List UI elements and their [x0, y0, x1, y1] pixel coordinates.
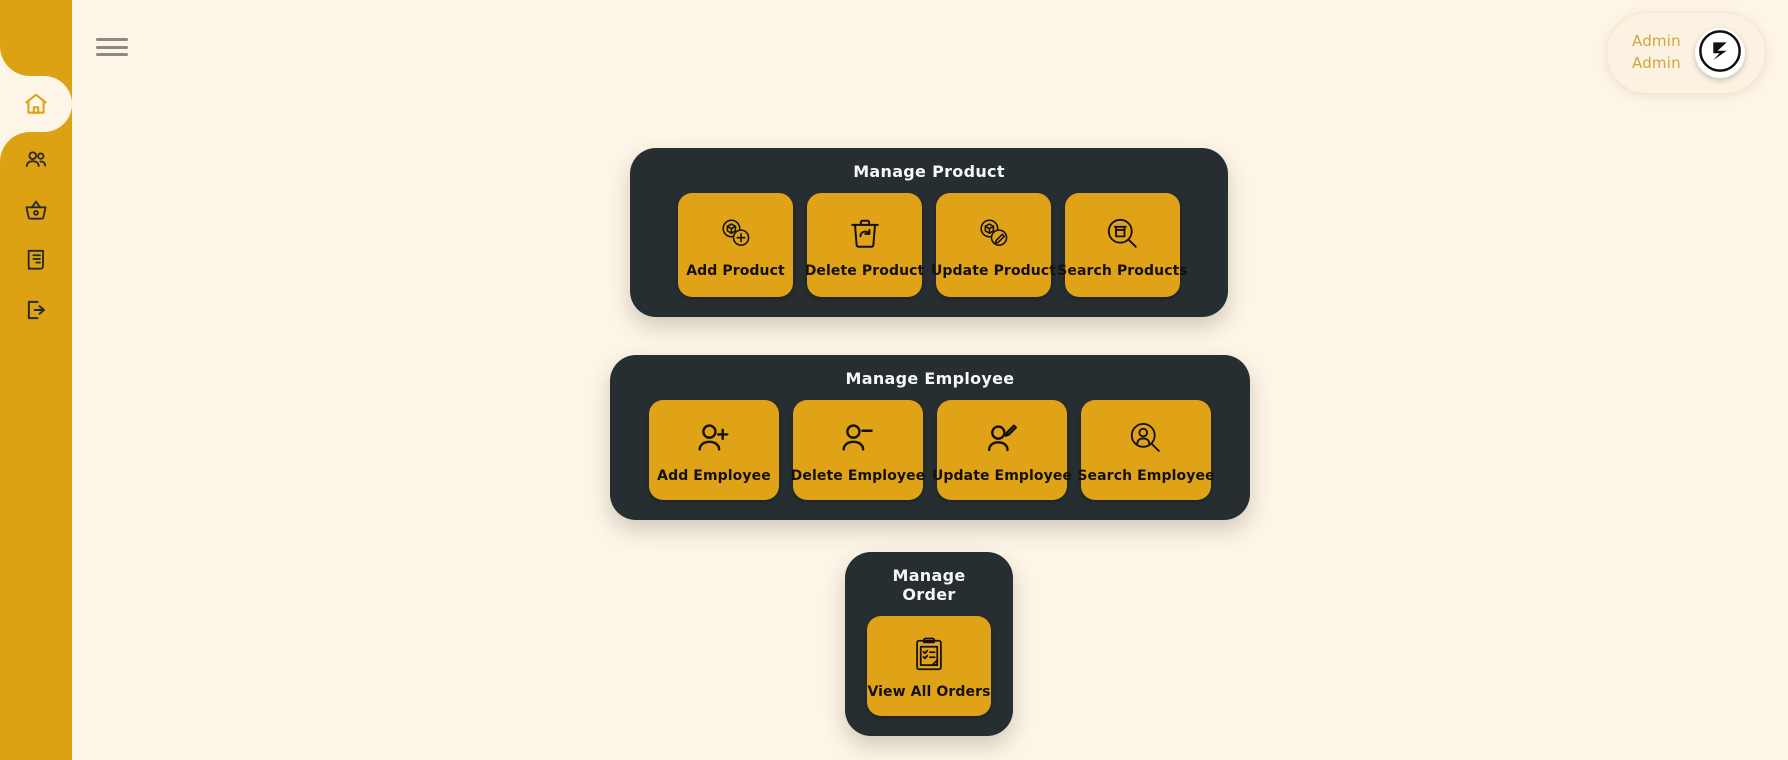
update-product-button[interactable]: Update Product	[931, 193, 1056, 297]
card-label: Search Products	[1057, 263, 1188, 279]
user-name-line1: Admin	[1632, 32, 1681, 51]
user-plus-icon	[692, 416, 736, 462]
card-label: View All Orders	[867, 684, 991, 700]
box-pencil-icon	[972, 211, 1016, 257]
panel-manage-order: Manage Order View All Orders	[845, 552, 1013, 736]
box-plus-icon	[714, 211, 758, 257]
card-label: Delete Product	[804, 263, 925, 279]
sidebar-item-users[interactable]	[0, 132, 72, 188]
hamburger-bar	[96, 38, 128, 41]
user-minus-icon	[836, 416, 880, 462]
hamburger-bar	[96, 45, 128, 49]
users-icon	[23, 147, 49, 173]
sidebar-item-invoice[interactable]	[0, 232, 72, 288]
sidebar-item-logout[interactable]	[0, 282, 72, 338]
hamburger-icon[interactable]	[96, 36, 128, 58]
sidebar	[0, 0, 72, 760]
card-label: Update Product	[930, 263, 1057, 279]
search-products-button[interactable]: Search Products	[1057, 193, 1188, 297]
card-row: View All Orders	[867, 616, 991, 716]
home-icon	[23, 91, 49, 117]
hamburger-bar	[96, 53, 128, 56]
panel-title: Manage Product	[853, 162, 1005, 181]
basket-icon	[23, 197, 49, 223]
trash-restore-icon	[845, 211, 885, 257]
panel-manage-employee: Manage Employee Add Employee Delete Empl…	[610, 355, 1250, 520]
user-pencil-icon	[980, 416, 1024, 462]
update-employee-button[interactable]: Update Employee	[932, 400, 1072, 500]
delete-employee-button[interactable]: Delete Employee	[790, 400, 926, 500]
box-search-icon	[1101, 211, 1145, 257]
user-names: Admin Admin	[1632, 31, 1681, 75]
sidebar-item-home[interactable]	[0, 46, 72, 162]
user-name-line2: Admin	[1632, 54, 1681, 72]
sidebar-item-basket[interactable]	[0, 182, 72, 238]
brand-logo-icon	[1697, 28, 1743, 78]
card-label: Update Employee	[931, 468, 1073, 484]
card-label: Delete Employee	[790, 468, 926, 484]
add-employee-button[interactable]: Add Employee	[649, 400, 779, 500]
invoice-icon	[23, 247, 49, 273]
card-label: Add Employee	[657, 468, 771, 484]
card-label: Add Product	[686, 263, 785, 279]
card-label: Search Employee	[1077, 468, 1215, 484]
notch-top	[0, 46, 30, 76]
panel-manage-product: Manage Product Add Product Delete Produc…	[630, 148, 1228, 317]
search-employee-button[interactable]: Search Employee	[1077, 400, 1215, 500]
user-search-icon	[1124, 416, 1168, 462]
user-profile-card[interactable]: Admin Admin	[1606, 12, 1766, 94]
avatar[interactable]	[1694, 28, 1745, 78]
delete-product-button[interactable]: Delete Product	[804, 193, 925, 297]
panel-title: Manage Employee	[845, 369, 1015, 388]
view-all-orders-button[interactable]: View All Orders	[867, 616, 991, 716]
card-row: Add Product Delete Product Update Produc…	[652, 193, 1206, 297]
logout-icon	[23, 297, 49, 323]
card-row: Add Employee Delete Employee Update Empl…	[632, 400, 1228, 500]
add-product-button[interactable]: Add Product	[678, 193, 793, 297]
panel-title: Manage Order	[892, 566, 966, 604]
clipboard-list-icon	[908, 632, 950, 678]
